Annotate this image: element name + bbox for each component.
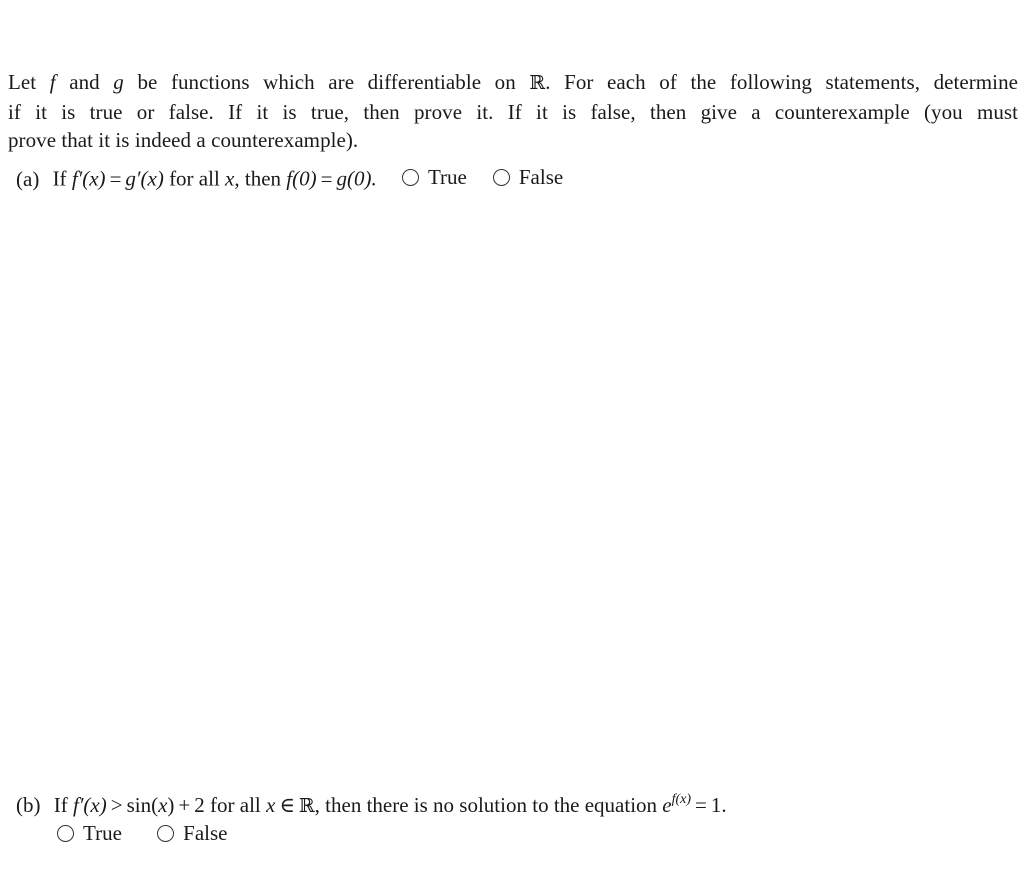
option-false-b[interactable]: False <box>157 819 227 847</box>
math-base: e <box>662 793 672 817</box>
math-expression: f(0) <box>286 166 317 191</box>
math-expression: g(0). <box>336 166 377 191</box>
question-label: (b) <box>16 793 41 817</box>
math-variable: x <box>225 166 235 191</box>
answer-options-b: True False <box>57 819 227 849</box>
math-expression: f′(x) <box>73 793 107 817</box>
text: for all <box>169 166 220 191</box>
question-label: (a) <box>16 166 40 191</box>
math-variable: x <box>266 793 276 817</box>
option-false-a[interactable]: False <box>492 163 564 191</box>
text: Let <box>8 70 37 94</box>
text: for all <box>210 793 261 817</box>
radio-button-icon[interactable] <box>57 824 74 842</box>
option-label: False <box>183 821 228 845</box>
text: and <box>69 70 100 94</box>
intro-line-2: if it is true or false. If it is true, t… <box>8 99 1018 124</box>
text: , then <box>234 166 282 191</box>
text: , then there is no solution to the equat… <box>314 793 658 817</box>
intro-line-1: Let f and g be functions which are diffe… <box>8 68 1018 98</box>
math-paren: ) <box>167 793 175 817</box>
option-true-b[interactable]: True <box>57 819 122 847</box>
radio-button-icon[interactable] <box>492 168 510 186</box>
option-true-a[interactable]: True <box>401 163 467 191</box>
math-operator: = <box>109 166 122 191</box>
text: If <box>53 793 68 817</box>
question-b: (b) If f′(x) > sin(x) +2 for all x ∈ ℝ, then … <box>16 791 727 820</box>
text: If <box>52 166 67 191</box>
math-operator: > <box>110 793 123 817</box>
math-reals: ℝ <box>298 795 315 817</box>
text: be functions which are differentiable on <box>137 70 516 94</box>
math-f: f <box>49 70 56 94</box>
text: . For each of the following statements, … <box>545 70 1018 94</box>
option-label: True <box>83 821 122 845</box>
option-label: False <box>518 165 564 189</box>
question-a: (a) If f′(x) = g′(x) for all x, then f(0) =… <box>16 163 563 193</box>
radio-button-icon[interactable] <box>401 168 419 186</box>
math-operator: = <box>695 793 707 817</box>
math-operator: + <box>178 793 191 817</box>
intro-line-3: prove that it is indeed a counterexample… <box>8 128 359 152</box>
radio-button-icon[interactable] <box>157 824 175 842</box>
math-operator: = <box>320 166 333 191</box>
math-operator: ∈ <box>279 793 295 817</box>
math-expression: f′(x) <box>71 166 106 191</box>
math-function: sin( <box>126 793 159 817</box>
answer-options-a: True False <box>401 163 564 191</box>
math-g: g <box>113 70 124 94</box>
math-expression: g′(x) <box>125 166 164 191</box>
option-label: True <box>427 165 467 189</box>
math-reals: ℝ <box>529 72 546 94</box>
problem-statement: Let f and g be functions which are diffe… <box>8 68 1018 155</box>
math-number: 1. <box>710 793 727 817</box>
math-exponent: f(x) <box>671 792 692 807</box>
math-number: 2 <box>194 793 205 817</box>
